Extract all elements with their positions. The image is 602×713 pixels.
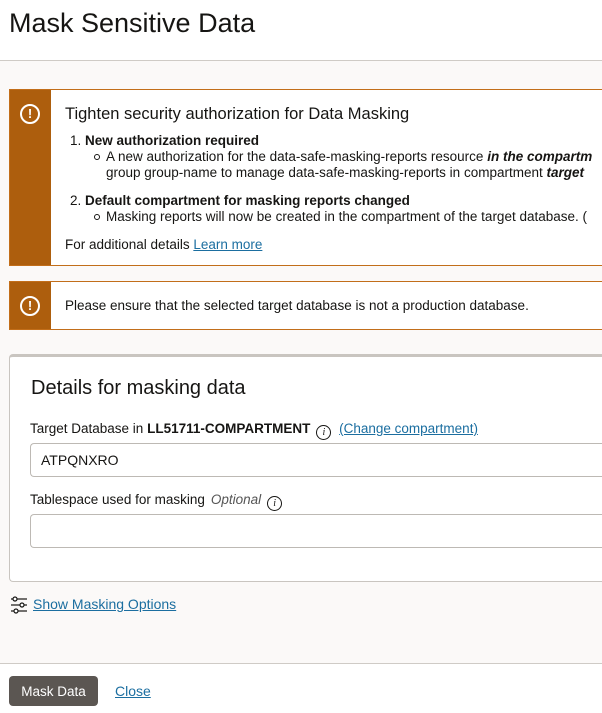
tablespace-input[interactable] [30, 514, 602, 548]
banner-item-1-heading: New authorization required [85, 133, 260, 148]
banner-title: Tighten security authorization for Data … [65, 105, 410, 123]
banner-item-2-line-1: Masking reports will now be created in t… [94, 209, 587, 224]
authorization-banner: ! Tighten security authorization for Dat… [9, 89, 602, 266]
target-database-label: Target Database in LL51711-COMPARTMENT i … [30, 421, 478, 440]
page-title: Mask Sensitive Data [9, 8, 256, 38]
warning-text: Please ensure that the selected target d… [65, 298, 529, 313]
banner-item-2-heading: Default compartment for masking reports … [85, 193, 410, 208]
change-compartment-link[interactable]: (Change compartment) [339, 421, 478, 436]
info-icon[interactable]: i [316, 425, 332, 440]
page-header: Mask Sensitive Data [0, 0, 602, 61]
banner-item-1-line-1: A new authorization for the data-safe-ma… [93, 149, 593, 164]
production-warning-banner: ! Please ensure that the selected target… [9, 281, 602, 330]
details-panel: Details for masking data Target Database… [9, 354, 602, 582]
learn-more-link[interactable]: Learn more [193, 237, 262, 252]
optional-tag: Optional [210, 492, 262, 507]
alert-circle-icon: ! [20, 296, 40, 316]
banner-item-2-number: 2. [70, 193, 82, 208]
banner-item-1-line-2-text: group group-name to manage data-safe-mas… [106, 165, 547, 180]
info-icon[interactable]: i [267, 496, 283, 511]
banner-item-1-line-1-text: A new authorization for the data-safe-ma… [106, 149, 488, 164]
alert-circle-icon: ! [20, 104, 40, 124]
mask-data-button[interactable]: Mask Data [9, 676, 98, 706]
show-masking-options[interactable]: Show Masking Options [10, 596, 176, 614]
sliders-icon [11, 596, 27, 614]
banner-item-2: 2. Default compartment for masking repor… [70, 193, 410, 208]
banner-item-1-line-1-emphasis: in the compartm [487, 149, 593, 164]
banner-item-1-number: 1. [70, 133, 82, 148]
banner-item-1: 1. New authorization required [70, 133, 259, 148]
target-database-label-text: Target Database in [30, 421, 148, 436]
compartment-name: LL51711-COMPARTMENT [147, 421, 311, 436]
banner-footer: For additional details Learn more [65, 237, 262, 252]
banner-item-1-line-2-emphasis: target [546, 165, 584, 180]
tablespace-label: Tablespace used for masking Optional i [30, 492, 283, 511]
banner-footer-text: For additional details [65, 237, 194, 252]
target-database-select[interactable]: ATPQNXRO [30, 443, 602, 477]
footer-bar: Mask Data Close [0, 663, 602, 713]
tablespace-label-text: Tablespace used for masking [30, 492, 205, 507]
details-title: Details for masking data [31, 377, 246, 399]
close-link[interactable]: Close [115, 683, 151, 699]
banner-item-1-line-2: group group-name to manage data-safe-mas… [106, 165, 584, 180]
show-masking-options-link[interactable]: Show Masking Options [33, 596, 176, 612]
